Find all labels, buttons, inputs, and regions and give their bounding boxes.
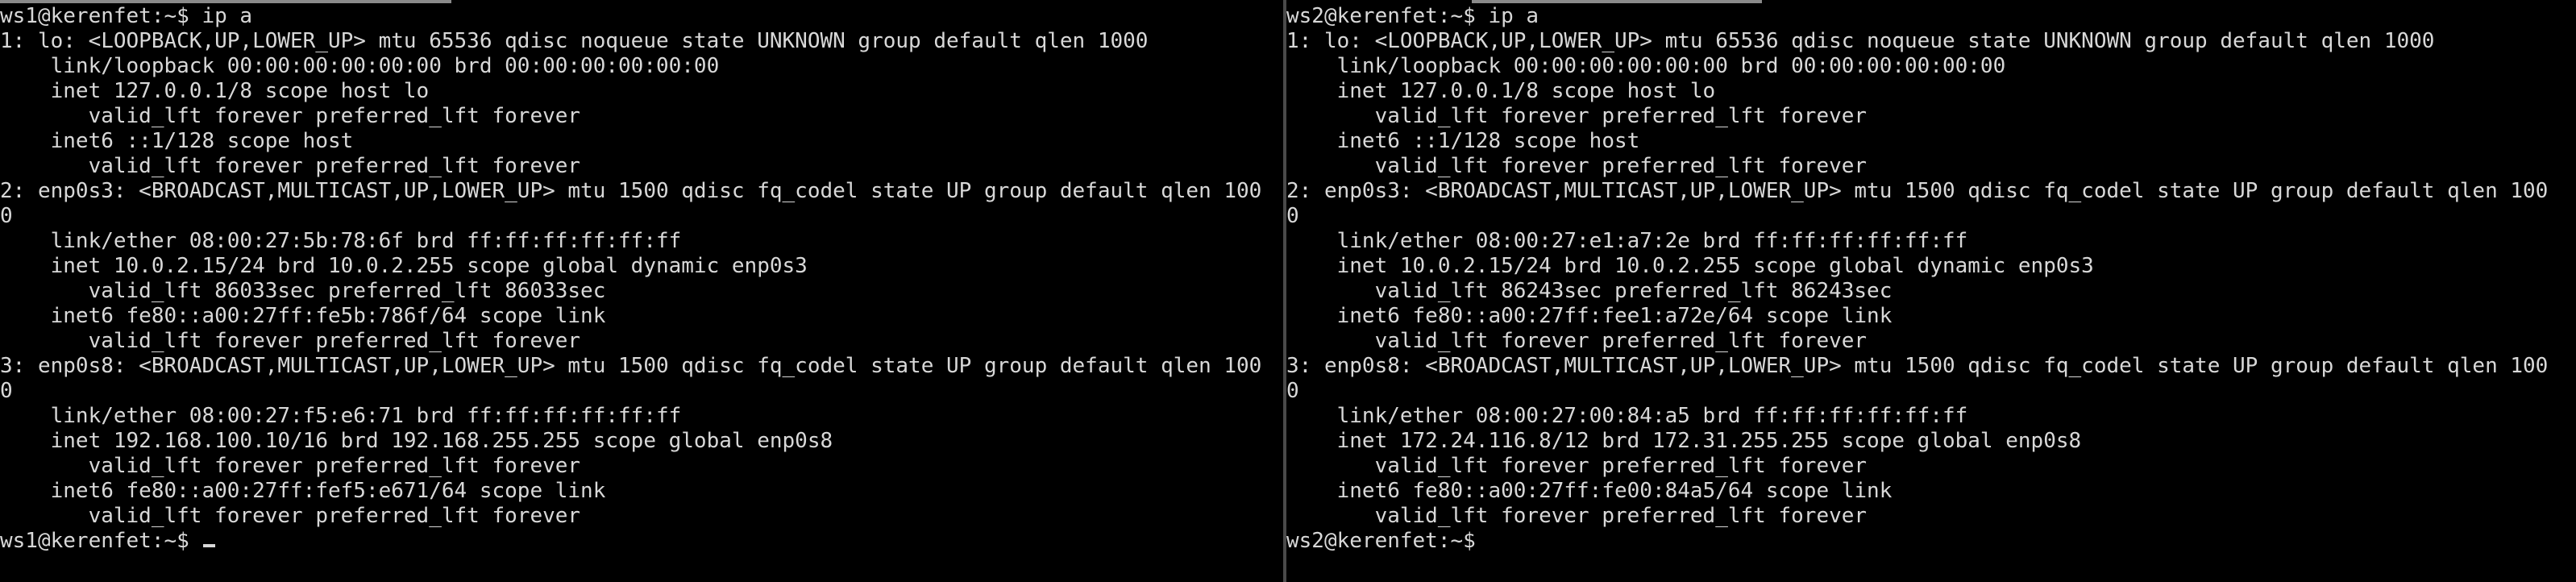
- terminal-line: valid_lft forever preferred_lft forever: [1286, 454, 1868, 478]
- terminal-line: inet 192.168.100.10/16 brd 192.168.255.2…: [0, 429, 833, 453]
- terminal-line: valid_lft forever preferred_lft forever: [0, 504, 581, 528]
- terminal-line: 2: enp0s3: <BROADCAST,MULTICAST,UP,LOWER…: [0, 179, 1262, 203]
- terminal-line: valid_lft forever preferred_lft forever: [1286, 154, 1868, 178]
- terminal-line: 0: [1286, 379, 1299, 403]
- terminal-line: 0: [1286, 204, 1299, 228]
- terminal-line: link/ether 08:00:27:5b:78:6f brd ff:ff:f…: [0, 229, 682, 253]
- terminal-line: valid_lft forever preferred_lft forever: [1286, 104, 1868, 128]
- terminal-line: 2: enp0s3: <BROADCAST,MULTICAST,UP,LOWER…: [1286, 179, 2549, 203]
- prompt-line[interactable]: ws2@kerenfet:~$: [1286, 529, 2548, 554]
- terminal-line: link/ether 08:00:27:00:84:a5 brd ff:ff:f…: [1286, 404, 1968, 428]
- terminal-line: valid_lft forever preferred_lft forever: [1286, 329, 1868, 353]
- terminal-line: inet 127.0.0.1/8 scope host lo: [1286, 79, 1716, 103]
- terminal-line: 0: [0, 204, 13, 228]
- terminal-line: link/ether 08:00:27:e1:a7:2e brd ff:ff:f…: [1286, 229, 1968, 253]
- terminal-line: valid_lft forever preferred_lft forever: [1286, 504, 1868, 528]
- terminal-line: 0: [0, 379, 13, 403]
- terminal-line: 1: lo: <LOOPBACK,UP,LOWER_UP> mtu 65536 …: [1286, 29, 2435, 53]
- terminal-line: ws2@kerenfet:~$ ip a: [1286, 4, 1539, 28]
- terminal-pane-left[interactable]: ws1@kerenfet:~$ ip a 1: lo: <LOOPBACK,UP…: [0, 0, 1283, 582]
- terminal-line: inet6 fe80::a00:27ff:fef5:e671/64 scope …: [0, 479, 606, 503]
- terminal-line: link/ether 08:00:27:f5:e6:71 brd ff:ff:f…: [0, 404, 682, 428]
- terminal-line: inet 10.0.2.15/24 brd 10.0.2.255 scope g…: [0, 254, 808, 278]
- terminal-line: link/loopback 00:00:00:00:00:00 brd 00:0…: [1286, 54, 2006, 78]
- terminal-line: link/loopback 00:00:00:00:00:00 brd 00:0…: [0, 54, 720, 78]
- pane-top-rule: [1472, 0, 1762, 3]
- split-terminal-screen: ws1@kerenfet:~$ ip a 1: lo: <LOOPBACK,UP…: [0, 0, 2576, 582]
- terminal-line: valid_lft forever preferred_lft forever: [0, 104, 581, 128]
- terminal-line: ws1@kerenfet:~$ ip a: [0, 4, 253, 28]
- terminal-line: inet6 ::1/128 scope host: [0, 129, 354, 153]
- terminal-line: inet6 fe80::a00:27ff:fe00:84a5/64 scope …: [1286, 479, 1893, 503]
- shell-prompt: ws1@kerenfet:~$: [0, 529, 202, 553]
- terminal-line: inet 172.24.116.8/12 brd 172.31.255.255 …: [1286, 429, 2082, 453]
- terminal-output: ws2@kerenfet:~$ ip a 1: lo: <LOOPBACK,UP…: [1286, 4, 2548, 554]
- terminal-line: valid_lft 86033sec preferred_lft 86033se…: [0, 279, 606, 303]
- terminal-line: inet6 fe80::a00:27ff:fee1:a72e/64 scope …: [1286, 304, 1893, 328]
- terminal-line: valid_lft forever preferred_lft forever: [0, 454, 581, 478]
- terminal-line: 3: enp0s8: <BROADCAST,MULTICAST,UP,LOWER…: [0, 354, 1262, 378]
- terminal-line: valid_lft forever preferred_lft forever: [0, 329, 581, 353]
- terminal-line: inet 10.0.2.15/24 brd 10.0.2.255 scope g…: [1286, 254, 2094, 278]
- terminal-line: 3: enp0s8: <BROADCAST,MULTICAST,UP,LOWER…: [1286, 354, 2549, 378]
- terminal-line: valid_lft 86243sec preferred_lft 86243se…: [1286, 279, 1893, 303]
- terminal-line: valid_lft forever preferred_lft forever: [0, 154, 581, 178]
- terminal-line: inet 127.0.0.1/8 scope host lo: [0, 79, 430, 103]
- terminal-output: ws1@kerenfet:~$ ip a 1: lo: <LOOPBACK,UP…: [0, 4, 1261, 554]
- text-cursor: [203, 544, 216, 547]
- terminal-line: inet6 fe80::a00:27ff:fe5b:786f/64 scope …: [0, 304, 606, 328]
- prompt-line[interactable]: ws1@kerenfet:~$: [0, 529, 1261, 554]
- shell-prompt: ws2@kerenfet:~$: [1286, 529, 1476, 553]
- pane-top-rule: [0, 0, 451, 3]
- terminal-pane-right[interactable]: ws2@kerenfet:~$ ip a 1: lo: <LOOPBACK,UP…: [1286, 0, 2576, 582]
- terminal-line: 1: lo: <LOOPBACK,UP,LOWER_UP> mtu 65536 …: [0, 29, 1149, 53]
- terminal-line: inet6 ::1/128 scope host: [1286, 129, 1640, 153]
